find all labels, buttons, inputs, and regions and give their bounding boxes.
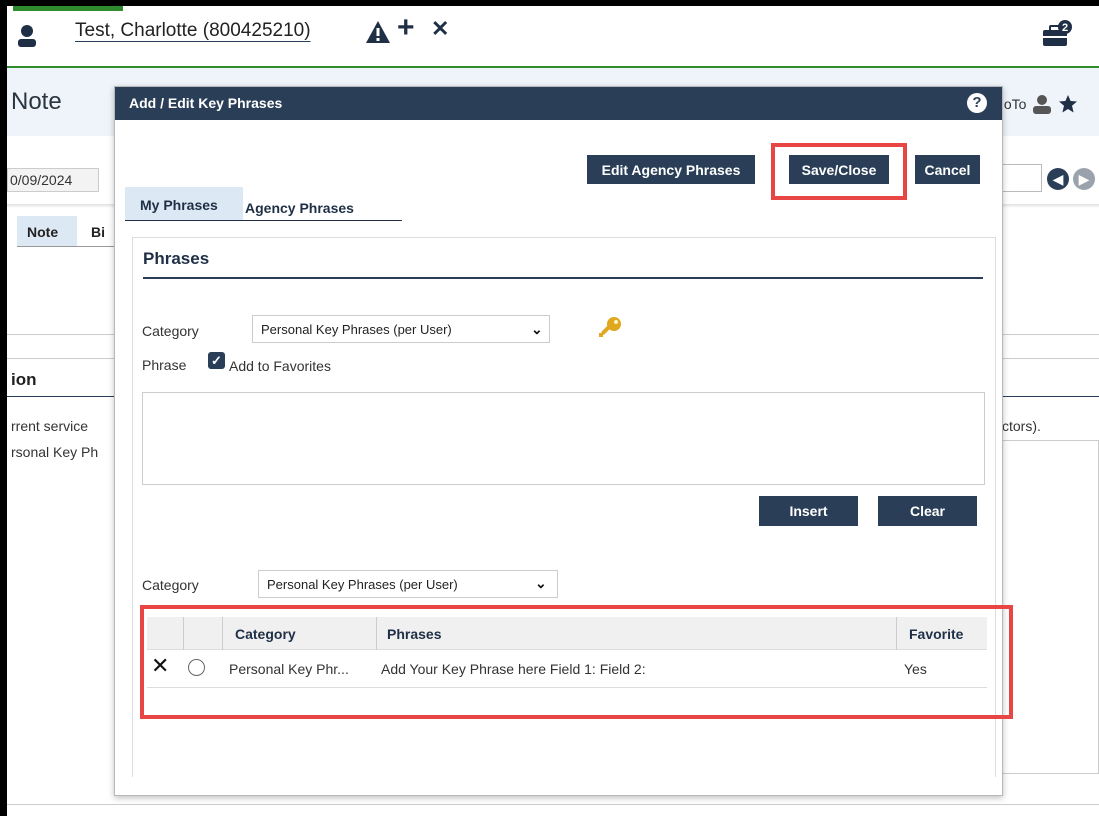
insert-button[interactable]: Insert bbox=[759, 496, 858, 526]
dialog-title-bar: Add / Edit Key Phrases ? bbox=[115, 87, 1002, 120]
category-select-value: Personal Key Phrases (per User) bbox=[261, 322, 452, 337]
phrases-section-underline bbox=[143, 277, 983, 279]
chevron-down-icon[interactable]: ⌄ bbox=[535, 575, 547, 592]
add-to-favorites-checkbox[interactable]: ✓ bbox=[208, 352, 225, 369]
person-icon bbox=[18, 25, 36, 47]
header-accent-tab bbox=[13, 6, 123, 11]
notification-count: 2 bbox=[1062, 22, 1068, 34]
date-field[interactable]: 0/09/2024 bbox=[7, 168, 99, 192]
tab-underline bbox=[17, 246, 117, 247]
category-select[interactable]: Personal Key Phrases (per User) bbox=[252, 315, 550, 343]
tab-agency-phrases[interactable]: Agency Phrases bbox=[245, 200, 354, 216]
close-icon[interactable]: ✕ bbox=[431, 16, 449, 42]
tab-underline bbox=[125, 220, 402, 221]
filter-category-select[interactable]: Personal Key Phrases (per User) bbox=[258, 570, 558, 598]
star-icon[interactable] bbox=[1058, 94, 1078, 114]
patient-name-link[interactable]: Test, Charlotte (800425210) bbox=[75, 20, 311, 42]
filter-category-select-value: Personal Key Phrases (per User) bbox=[267, 577, 458, 592]
tab-billing[interactable]: Bi bbox=[91, 224, 105, 240]
phrases-section-title: Phrases bbox=[143, 249, 210, 268]
category-label: Category bbox=[142, 323, 199, 339]
add-to-favorites-label: Add to Favorites bbox=[229, 358, 331, 374]
key-phrases-dialog: Add / Edit Key Phrases ? Edit Agency Phr… bbox=[114, 86, 1013, 796]
section-title: ion bbox=[11, 370, 37, 389]
plus-icon[interactable]: + bbox=[397, 11, 415, 45]
background-text: ctors). bbox=[1002, 418, 1041, 434]
background-text: rrent service bbox=[11, 418, 89, 434]
footer-divider bbox=[7, 804, 1099, 805]
phrase-label: Phrase bbox=[142, 357, 187, 373]
warning-icon[interactable] bbox=[365, 19, 391, 45]
help-icon[interactable]: ? bbox=[967, 93, 987, 113]
phrase-textarea[interactable] bbox=[142, 392, 985, 485]
tab-note[interactable]: Note bbox=[17, 216, 77, 246]
app-window: Test, Charlotte (800425210) + ✕ 2 Note G… bbox=[0, 0, 1099, 816]
arrow-right-icon[interactable]: ▶ bbox=[1073, 168, 1095, 190]
cancel-button[interactable]: Cancel bbox=[915, 155, 980, 184]
chevron-down-icon[interactable]: ⌄ bbox=[531, 321, 543, 338]
key-icon[interactable] bbox=[597, 315, 623, 341]
right-toolbar: GoTo bbox=[993, 94, 1078, 114]
clear-button[interactable]: Clear bbox=[878, 496, 977, 526]
highlight-phrases-grid bbox=[140, 605, 1013, 719]
highlight-save-close bbox=[771, 143, 907, 200]
tab-my-phrases[interactable]: My Phrases bbox=[125, 187, 243, 221]
edit-agency-phrases-button[interactable]: Edit Agency Phrases bbox=[587, 155, 755, 184]
briefcase-icon[interactable]: 2 bbox=[1041, 18, 1073, 48]
filter-category-label: Category bbox=[142, 577, 199, 593]
arrow-left-icon[interactable]: ◀ bbox=[1047, 168, 1069, 190]
dialog-title: Add / Edit Key Phrases bbox=[129, 95, 283, 111]
background-text: rsonal Key Ph bbox=[11, 444, 99, 460]
right-input-field[interactable] bbox=[1002, 164, 1042, 192]
patient-header: Test, Charlotte (800425210) + ✕ 2 bbox=[7, 6, 1099, 68]
page-title: Note bbox=[11, 88, 62, 115]
user-icon[interactable] bbox=[1032, 94, 1052, 114]
